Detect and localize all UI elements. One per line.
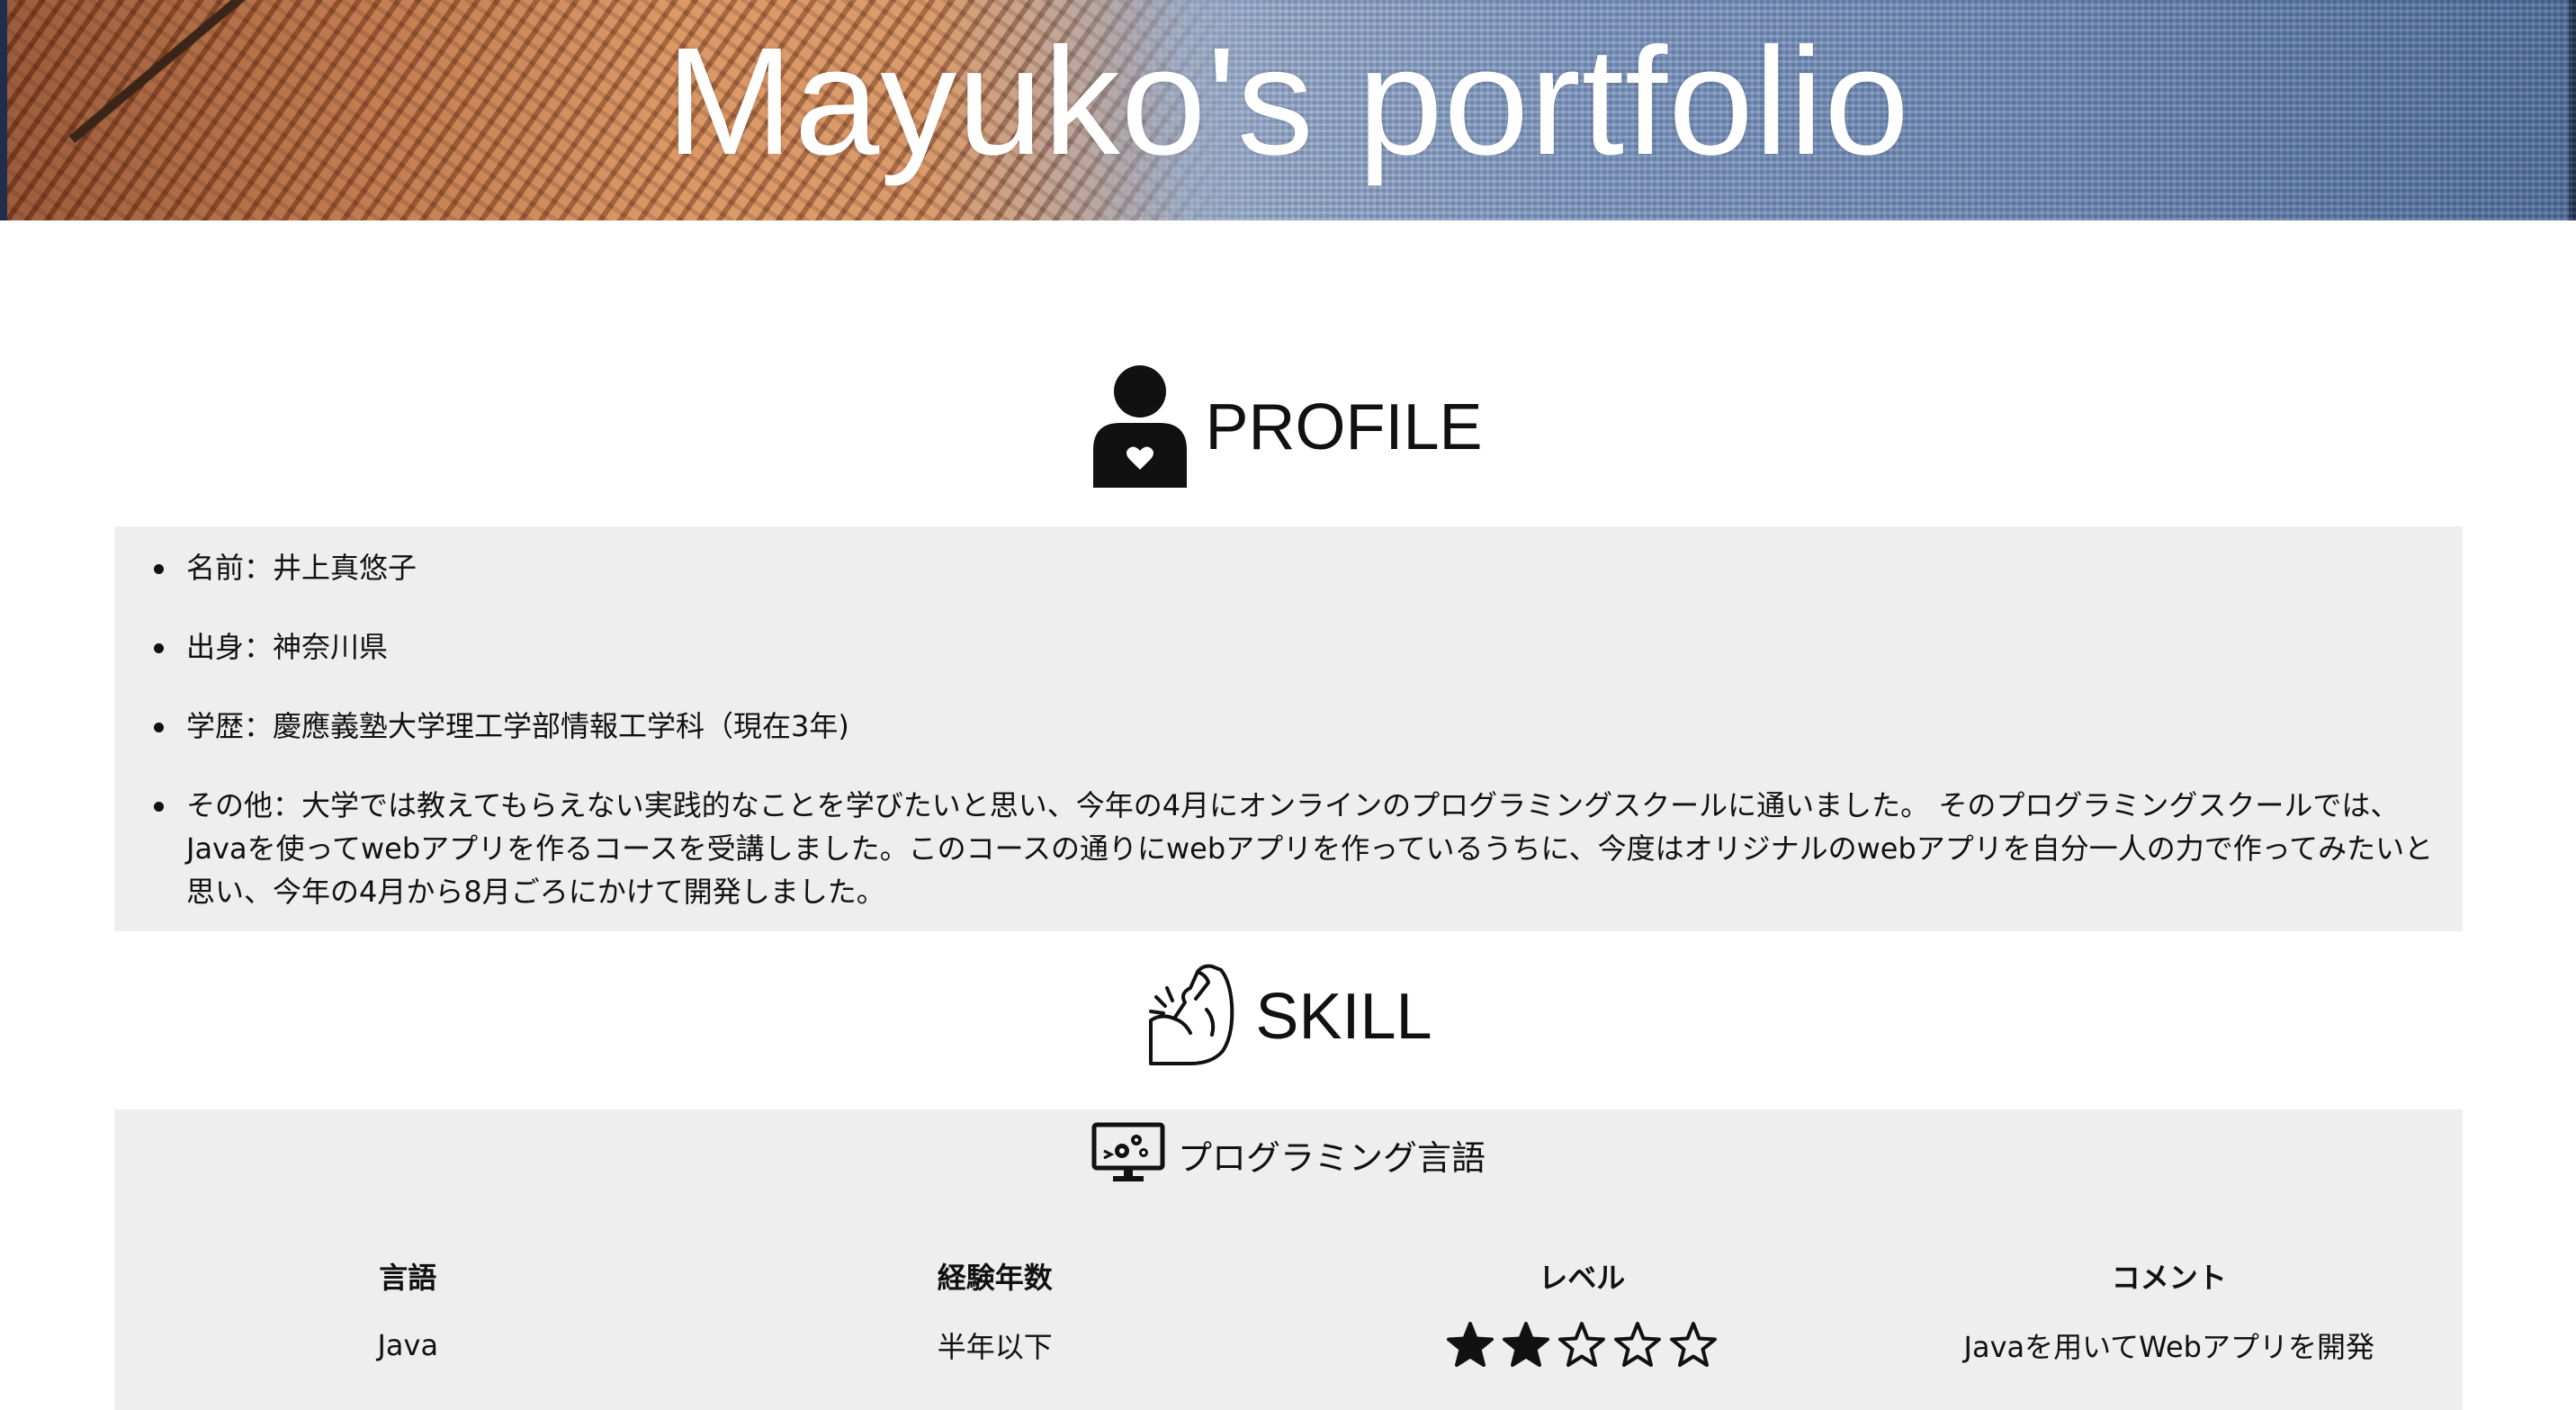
- monitor-gears-icon: [1091, 1122, 1165, 1187]
- profile-section-heading: PROFILE: [0, 360, 2576, 495]
- star-rating: [1446, 1321, 1718, 1370]
- table-header-row: 言語 経験年数 レベル コメント: [114, 1244, 2463, 1307]
- person-heart-icon: [1093, 364, 1188, 491]
- table-row: Java 半年以下 Javaを用いてWebアプリを開発: [114, 1307, 2463, 1383]
- profile-item-name: 名前：井上真悠子: [154, 546, 2436, 589]
- profile-item-education: 学歴：慶應義塾大学理工学部情報工学科（現在3年): [154, 705, 2436, 748]
- column-header-level: レベル: [1539, 1261, 1626, 1295]
- profile-item-origin: 出身：神奈川県: [154, 625, 2436, 669]
- cell-years-partial: [702, 1383, 1289, 1410]
- bullet-icon: [154, 723, 164, 732]
- skill-section-heading: SKILL: [0, 963, 2576, 1071]
- programming-language-label: プログラミング言語: [1177, 1137, 1485, 1178]
- column-header-years: 経験年数: [937, 1261, 1053, 1295]
- profile-item-text: 出身：神奈川県: [186, 630, 389, 664]
- star-empty-icon: [1614, 1322, 1662, 1367]
- cell-language: Java: [377, 1328, 439, 1362]
- cell-level: [1288, 1307, 1876, 1383]
- star-filled-icon: [1447, 1322, 1494, 1367]
- profile-item-text: 学歴：慶應義塾大学理工学部情報工学科（現在3年): [186, 709, 849, 743]
- profile-heading-label: PROFILE: [1205, 391, 1483, 463]
- profile-item-other: その他：大学では教えてもらえない実践的なことを学びたいと思い、今年の4月にオンラ…: [154, 784, 2436, 913]
- table-row: [114, 1383, 2463, 1410]
- bullet-icon: [154, 643, 164, 653]
- skill-table: 言語 経験年数 レベル コメント Java 半年以下 Javaを用いてWebアプ…: [114, 1244, 2463, 1410]
- cell-comment: Javaを用いてWebアプリを開発: [1963, 1330, 2374, 1364]
- programming-language-heading: プログラミング言語: [114, 1122, 2463, 1187]
- cell-language-partial: [114, 1383, 702, 1410]
- cell-comment-partial: [1876, 1383, 2464, 1410]
- star-filled-icon: [1503, 1322, 1550, 1367]
- profile-panel: 名前：井上真悠子 出身：神奈川県 学歴：慶應義塾大学理工学部情報工学科（現在3年…: [114, 526, 2463, 931]
- flexed-arm-icon: [1144, 963, 1237, 1071]
- column-header-language: 言語: [379, 1261, 437, 1295]
- skill-panel: プログラミング言語 言語 経験年数 レベル コメント Java 半年以下 Jav…: [114, 1109, 2463, 1410]
- bullet-icon: [154, 802, 164, 812]
- cell-level-partial: [1288, 1383, 1876, 1410]
- star-empty-icon: [1670, 1322, 1718, 1367]
- cell-years: 半年以下: [937, 1330, 1053, 1364]
- bullet-icon: [154, 564, 164, 574]
- star-empty-icon: [1558, 1322, 1606, 1367]
- column-header-comment: コメント: [2111, 1261, 2227, 1295]
- site-title: Mayuko's portfolio: [666, 16, 1910, 187]
- profile-item-text: 名前：井上真悠子: [186, 551, 417, 585]
- page: Mayuko's portfolio PROFILE 名前：井上真悠子 出身：神…: [0, 0, 2576, 1410]
- skill-heading-label: SKILL: [1255, 981, 1432, 1053]
- profile-item-text: その他：大学では教えてもらえない実践的なことを学びたいと思い、今年の4月にオンラ…: [186, 788, 2434, 909]
- header-banner: Mayuko's portfolio: [0, 0, 2576, 220]
